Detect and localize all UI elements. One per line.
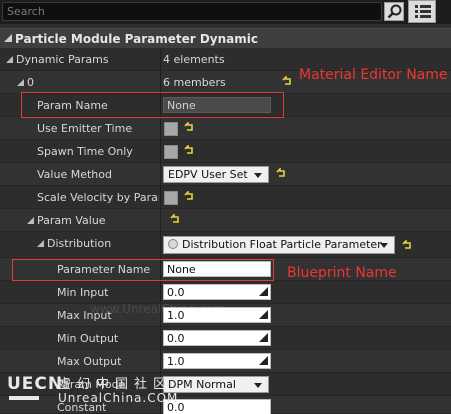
row-value-method: Value Method EDPV User Set — [0, 163, 451, 186]
distribution-label: Distribution — [47, 237, 112, 250]
expand-arrow-icon — [37, 240, 44, 247]
use-emitter-time-checkbox[interactable] — [164, 122, 178, 136]
watermark-logo-bar — [9, 396, 39, 400]
watermark-logo: UECN — [7, 374, 64, 394]
row-min-output: Min Output 0.0 — [0, 327, 451, 350]
resize-grip-icon — [259, 310, 268, 319]
row-spawn-time-only: Spawn Time Only — [0, 140, 451, 163]
dropdown-caret-icon — [380, 243, 388, 248]
value-method-selected: EDPV User Set — [168, 168, 248, 181]
element-0-label: 0 — [27, 76, 34, 89]
scale-velocity-label: Scale Velocity by Param — [37, 191, 159, 204]
category-title: Particle Module Parameter Dynamic — [15, 32, 258, 46]
spawn-time-only-label: Spawn Time Only — [37, 145, 133, 158]
dynamic-params-count: 4 elements — [163, 53, 225, 66]
expand-arrow-icon — [17, 79, 24, 86]
distribution-dropdown[interactable]: Distribution Float Particle Parameter — [163, 236, 395, 254]
min-input-label: Min Input — [57, 286, 109, 299]
param-value-label: Param Value — [37, 214, 106, 227]
row-max-input: Max Input 1.0 — [0, 304, 451, 327]
annotation-material-editor-name: Material Editor Name — [299, 67, 448, 83]
view-options-button[interactable] — [408, 0, 436, 23]
search-bar — [0, 0, 451, 24]
use-emitter-time-label: Use Emitter Time — [37, 122, 133, 135]
param-mode-selected: DPM Normal — [168, 378, 236, 391]
element-0-members: 6 members — [163, 76, 226, 89]
reset-to-default-icon[interactable] — [276, 168, 286, 178]
expand-arrow-icon — [27, 217, 34, 224]
row-scale-velocity: Scale Velocity by Param — [0, 186, 451, 209]
reset-to-default-icon[interactable] — [402, 240, 412, 250]
value-method-dropdown[interactable]: EDPV User Set — [163, 166, 269, 183]
view-options-icon — [415, 5, 431, 18]
expand-arrow-icon — [6, 56, 13, 63]
param-mode-dropdown[interactable]: DPM Normal — [163, 376, 269, 393]
expand-arrow-icon — [4, 34, 12, 42]
watermark-site-text: www.UnrealChina.com — [90, 302, 226, 316]
row-distribution[interactable]: Distribution Distribution Float Particle… — [0, 232, 451, 258]
min-input-field[interactable]: 0.0 — [163, 284, 271, 300]
reset-to-default-icon[interactable] — [184, 122, 194, 132]
row-min-input: Min Input 0.0 — [0, 281, 451, 304]
min-output-value: 0.0 — [167, 332, 185, 345]
max-output-label: Max Output — [57, 355, 122, 368]
dropdown-caret-icon — [254, 383, 262, 388]
value-method-label: Value Method — [37, 168, 112, 181]
min-input-value: 0.0 — [167, 286, 185, 299]
dynamic-params-label: Dynamic Params — [16, 53, 109, 66]
min-output-label: Min Output — [57, 332, 119, 345]
reset-to-default-icon[interactable] — [282, 76, 292, 86]
scale-velocity-checkbox[interactable] — [164, 191, 178, 205]
search-input[interactable] — [2, 2, 382, 21]
search-button[interactable] — [384, 2, 404, 21]
row-use-emitter-time: Use Emitter Time — [0, 117, 451, 140]
max-output-field[interactable]: 1.0 — [163, 353, 271, 369]
annotation-box-material-editor — [21, 92, 284, 118]
reset-to-default-icon[interactable] — [170, 214, 180, 224]
search-icon — [387, 4, 402, 19]
row-max-output: Max Output 1.0 — [0, 350, 451, 373]
dropdown-caret-icon — [254, 173, 262, 178]
min-output-field[interactable]: 0.0 — [163, 330, 271, 346]
annotation-blueprint-name: Blueprint Name — [287, 265, 397, 281]
resize-grip-icon — [259, 356, 268, 365]
reset-to-default-icon[interactable] — [184, 191, 194, 201]
distribution-selected: Distribution Float Particle Parameter — [182, 238, 382, 251]
resize-grip-icon — [259, 333, 268, 342]
category-header[interactable]: Particle Module Parameter Dynamic — [0, 28, 451, 48]
watermark-english-text: UnrealChina.COM — [58, 391, 179, 405]
distribution-class-icon — [168, 239, 178, 249]
max-output-value: 1.0 — [167, 355, 185, 368]
reset-to-default-icon[interactable] — [184, 145, 194, 155]
watermark-chinese-text: 虚幻中国社区 — [58, 377, 173, 392]
annotation-box-blueprint — [12, 259, 274, 281]
row-param-value[interactable]: Param Value — [0, 209, 451, 232]
constant-field[interactable]: 0.0 — [163, 399, 271, 414]
resize-grip-icon — [259, 287, 268, 296]
spawn-time-only-checkbox[interactable] — [164, 145, 178, 159]
